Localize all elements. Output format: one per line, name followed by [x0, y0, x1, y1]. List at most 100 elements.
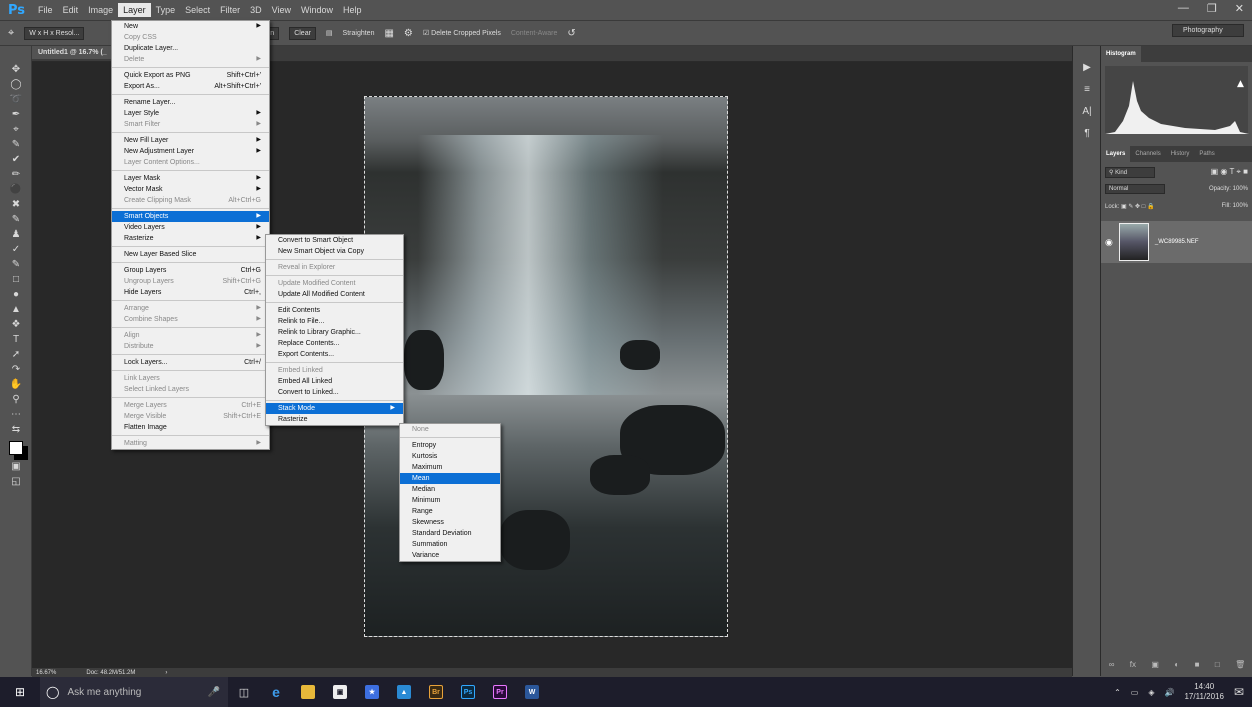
- menu-item-flatten-image[interactable]: Flatten Image: [112, 422, 269, 433]
- menu-item-mean[interactable]: Mean: [400, 473, 500, 484]
- menu-item-update-all-modified-content[interactable]: Update All Modified Content: [266, 289, 403, 300]
- trash-icon[interactable]: 🗑: [1235, 660, 1245, 674]
- new-layer-icon[interactable]: □: [1215, 660, 1220, 674]
- marquee-tool-icon[interactable]: ◯: [0, 77, 32, 92]
- menu-window[interactable]: Window: [296, 3, 338, 17]
- word-icon[interactable]: W: [516, 677, 548, 707]
- layer-row[interactable]: ◉ _WC89985.NEF: [1101, 221, 1252, 263]
- quick-mask-icon[interactable]: ▣: [0, 459, 32, 474]
- menu-item-new-adjustment-layer[interactable]: New Adjustment Layer ▶: [112, 146, 269, 157]
- menu-3d[interactable]: 3D: [245, 3, 267, 17]
- folder-icon[interactable]: ■: [1195, 660, 1200, 674]
- clock[interactable]: 14:40 17/11/2016: [1184, 682, 1223, 702]
- volume-icon[interactable]: 🔊: [1165, 688, 1175, 697]
- link-icon[interactable]: ∞: [1109, 660, 1115, 674]
- menu-item-relink-to-file[interactable]: Relink to File...: [266, 316, 403, 327]
- menu-item-new[interactable]: New ▶: [112, 21, 269, 32]
- menu-item-rasterize[interactable]: Rasterize: [266, 414, 403, 425]
- tab-paths[interactable]: Paths: [1194, 146, 1219, 162]
- menu-item-convert-to-linked[interactable]: Convert to Linked...: [266, 387, 403, 398]
- character-icon[interactable]: A|: [1073, 100, 1101, 122]
- stamp-tool-icon[interactable]: ⚫: [0, 182, 32, 197]
- gradient-tool-icon[interactable]: □: [0, 272, 32, 287]
- menu-item-new-fill-layer[interactable]: New Fill Layer ▶: [112, 135, 269, 146]
- screen-mode-icon[interactable]: ◱: [0, 474, 32, 489]
- menu-item-entropy[interactable]: Entropy: [400, 440, 500, 451]
- menu-item-rasterize[interactable]: Rasterize ▶: [112, 233, 269, 244]
- play-icon[interactable]: ▶: [1073, 56, 1101, 78]
- document-tab[interactable]: Untitled1 @ 16.7% (_: [32, 46, 113, 59]
- menu-item-edit-contents[interactable]: Edit Contents: [266, 305, 403, 316]
- color-swatches-icon[interactable]: [0, 437, 32, 459]
- task-view-icon[interactable]: ◫: [228, 677, 260, 707]
- menu-item-convert-to-smart-object[interactable]: Convert to Smart Object: [266, 235, 403, 246]
- premiere-icon[interactable]: Pr: [484, 677, 516, 707]
- menu-item-smart-objects[interactable]: Smart Objects ▶: [112, 211, 269, 222]
- menu-item-skewness[interactable]: Skewness: [400, 517, 500, 528]
- notifications-icon[interactable]: ✉: [1234, 685, 1244, 699]
- eraser2-tool-icon[interactable]: ✎: [0, 257, 32, 272]
- lasso-tool-icon[interactable]: ➰: [0, 92, 32, 107]
- brush-tool-icon[interactable]: ✏: [0, 167, 32, 182]
- menu-item-duplicate-layer[interactable]: Duplicate Layer...: [112, 43, 269, 54]
- menu-type[interactable]: Type: [151, 3, 181, 17]
- file-explorer-icon[interactable]: [292, 677, 324, 707]
- menu-item-standard-deviation[interactable]: Standard Deviation: [400, 528, 500, 539]
- menu-item-embed-all-linked[interactable]: Embed All Linked: [266, 376, 403, 387]
- menu-item-group-layers[interactable]: Group Layers Ctrl+G: [112, 265, 269, 276]
- menu-item-lock-layers[interactable]: Lock Layers... Ctrl+/: [112, 357, 269, 368]
- minimize-icon[interactable]: —: [1178, 2, 1189, 15]
- menu-item-replace-contents[interactable]: Replace Contents...: [266, 338, 403, 349]
- menu-filter[interactable]: Filter: [215, 3, 245, 17]
- type-tool-icon[interactable]: T: [0, 332, 32, 347]
- battery-icon[interactable]: ▭: [1131, 688, 1139, 697]
- clear-button[interactable]: Clear: [289, 26, 316, 40]
- menu-item-rename-layer[interactable]: Rename Layer...: [112, 97, 269, 108]
- menu-help[interactable]: Help: [338, 3, 367, 17]
- chevron-right-icon[interactable]: ›: [165, 670, 167, 676]
- reset-icon[interactable]: ↺: [567, 28, 575, 39]
- bridge-icon[interactable]: Br: [420, 677, 452, 707]
- eye-icon[interactable]: ◉: [1105, 237, 1113, 248]
- clone-tool-icon[interactable]: ♟: [0, 227, 32, 242]
- fx-icon[interactable]: fx: [1130, 660, 1136, 674]
- photos-icon[interactable]: ▲: [388, 677, 420, 707]
- mask-icon[interactable]: ▣: [1151, 660, 1159, 674]
- menu-image[interactable]: Image: [83, 3, 118, 17]
- menu-view[interactable]: View: [267, 3, 296, 17]
- blur-tool-icon[interactable]: ●: [0, 287, 32, 302]
- tab-layers[interactable]: Layers: [1101, 146, 1131, 162]
- healing-tool-icon[interactable]: ✔: [0, 152, 32, 167]
- menu-item-quick-export-as-png[interactable]: Quick Export as PNG Shift+Ctrl+': [112, 70, 269, 81]
- zoom-tool-icon[interactable]: ⚲: [0, 392, 32, 407]
- hand-tool-icon[interactable]: ✋: [0, 377, 32, 392]
- layer-name[interactable]: _WC89985.NEF: [1155, 239, 1199, 245]
- filter-icons[interactable]: ▣ ◉ T ⌖ ■: [1211, 167, 1248, 177]
- restore-icon[interactable]: ❐: [1207, 2, 1217, 15]
- kind-filter[interactable]: ⚲ Kind: [1105, 166, 1155, 178]
- gear-icon[interactable]: ⚙: [404, 28, 413, 39]
- tab-histogram[interactable]: Histogram: [1101, 46, 1141, 62]
- quick-select-tool-icon[interactable]: ✒: [0, 107, 32, 122]
- history-brush-tool-icon[interactable]: ✖: [0, 197, 32, 212]
- pen-tool-icon[interactable]: ❖: [0, 317, 32, 332]
- menu-item-median[interactable]: Median: [400, 484, 500, 495]
- straighten-icon[interactable]: ▤: [326, 29, 333, 37]
- menu-item-layer-style[interactable]: Layer Style ▶: [112, 108, 269, 119]
- menu-item-layer-mask[interactable]: Layer Mask ▶: [112, 173, 269, 184]
- menu-item-export-contents[interactable]: Export Contents...: [266, 349, 403, 360]
- store-icon[interactable]: ▣: [324, 677, 356, 707]
- properties-icon[interactable]: ≡: [1073, 78, 1101, 100]
- swap-colors-icon[interactable]: ⇆: [0, 422, 32, 437]
- menu-item-hide-layers[interactable]: Hide Layers Ctrl+,: [112, 287, 269, 298]
- menu-item-maximum[interactable]: Maximum: [400, 462, 500, 473]
- menu-item-relink-to-library-graphic[interactable]: Relink to Library Graphic...: [266, 327, 403, 338]
- microphone-icon[interactable]: 🎤: [208, 687, 220, 698]
- delete-cropped-checkbox[interactable]: ☑: [423, 29, 429, 37]
- opacity-value[interactable]: 100%: [1233, 186, 1248, 192]
- grid-overlay-icon[interactable]: ▦: [384, 28, 393, 39]
- move-tool-icon[interactable]: ✥: [0, 62, 32, 77]
- dodge-tool-icon[interactable]: ▲: [0, 302, 32, 317]
- adjustment-icon[interactable]: ◐: [1174, 660, 1179, 674]
- paragraph-icon[interactable]: ¶: [1073, 122, 1101, 144]
